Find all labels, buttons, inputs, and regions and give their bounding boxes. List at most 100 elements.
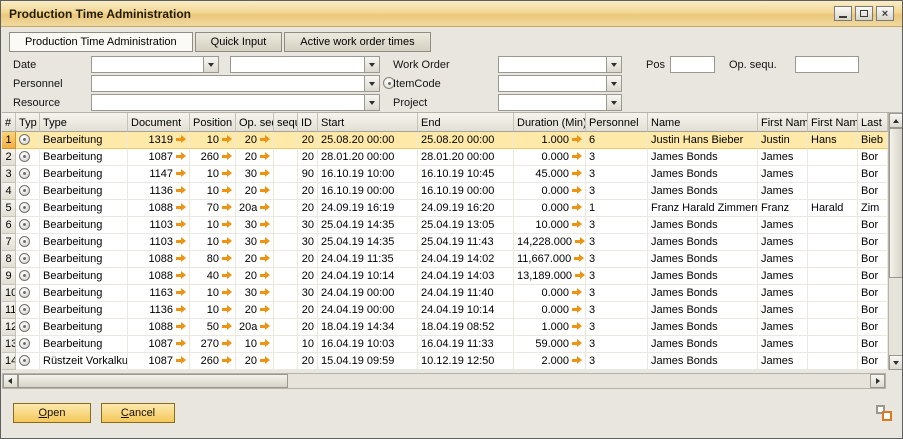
horizontal-scrollbar-thumb[interactable] [18, 374, 288, 388]
tab-quick-input[interactable]: Quick Input [195, 32, 283, 52]
item-code-combo[interactable] [498, 75, 622, 92]
link-arrow-icon[interactable] [222, 305, 232, 314]
column-header[interactable]: Op. sequ. [236, 113, 274, 132]
link-arrow-icon[interactable] [222, 288, 232, 297]
link-arrow-icon[interactable] [260, 322, 270, 331]
table-row[interactable]: 14 Rüstzeit Vorkalku 1087 260 20 20 15.0… [2, 353, 888, 370]
cell-row-number[interactable]: 4 [2, 183, 16, 200]
link-arrow-icon[interactable] [572, 220, 582, 229]
link-arrow-icon[interactable] [176, 135, 186, 144]
column-header[interactable]: sequ. [274, 113, 298, 132]
column-header[interactable]: # [2, 113, 16, 132]
table-row[interactable]: 5 Bearbeitung 1088 70 20a 20 24.09.19 16… [2, 200, 888, 217]
link-arrow-icon[interactable] [222, 254, 232, 263]
form-resize-icon[interactable] [876, 405, 892, 421]
link-arrow-icon[interactable] [575, 237, 585, 246]
link-arrow-icon[interactable] [260, 237, 270, 246]
close-button[interactable]: × [876, 6, 894, 21]
column-header[interactable]: First Name 2 [808, 113, 858, 132]
link-arrow-icon[interactable] [572, 339, 582, 348]
scroll-left-icon[interactable] [3, 374, 18, 388]
cell-row-number[interactable]: 14 [2, 353, 16, 370]
link-arrow-icon[interactable] [260, 152, 270, 161]
link-arrow-icon[interactable] [572, 288, 582, 297]
cell-row-number[interactable]: 3 [2, 166, 16, 183]
cancel-button[interactable]: Cancel [101, 403, 175, 423]
vertical-scrollbar[interactable] [888, 113, 903, 370]
link-arrow-icon[interactable] [572, 169, 582, 178]
vertical-scrollbar-thumb[interactable] [889, 128, 903, 278]
link-arrow-icon[interactable] [260, 254, 270, 263]
link-arrow-icon[interactable] [222, 169, 232, 178]
link-arrow-icon[interactable] [572, 322, 582, 331]
column-header[interactable]: Document [128, 113, 190, 132]
column-header[interactable]: ID [298, 113, 318, 132]
link-arrow-icon[interactable] [176, 322, 186, 331]
work-order-combo[interactable] [498, 56, 622, 73]
cell-row-number[interactable]: 7 [2, 234, 16, 251]
link-arrow-icon[interactable] [176, 356, 186, 365]
chevron-down-icon[interactable] [606, 76, 621, 91]
link-arrow-icon[interactable] [176, 169, 186, 178]
link-arrow-icon[interactable] [260, 339, 270, 348]
op-sequ-input[interactable] [795, 56, 859, 73]
link-arrow-icon[interactable] [176, 220, 186, 229]
link-arrow-icon[interactable] [260, 186, 270, 195]
link-arrow-icon[interactable] [572, 203, 582, 212]
link-arrow-icon[interactable] [222, 271, 232, 280]
cell-row-number[interactable]: 2 [2, 149, 16, 166]
link-arrow-icon[interactable] [260, 169, 270, 178]
date-from-combo[interactable] [91, 56, 219, 73]
link-arrow-icon[interactable] [260, 271, 270, 280]
column-header[interactable]: End [418, 113, 514, 132]
link-arrow-icon[interactable] [222, 322, 232, 331]
link-arrow-icon[interactable] [176, 271, 186, 280]
table-row[interactable]: 12 Bearbeitung 1088 50 20a 20 18.04.19 1… [2, 319, 888, 336]
link-arrow-icon[interactable] [222, 152, 232, 161]
table-row[interactable]: 6 Bearbeitung 1103 10 30 30 25.04.19 14:… [2, 217, 888, 234]
horizontal-scrollbar[interactable] [2, 373, 886, 389]
pos-input[interactable] [670, 56, 715, 73]
column-header[interactable]: Type [40, 113, 128, 132]
column-header[interactable]: Position [190, 113, 236, 132]
link-arrow-icon[interactable] [222, 237, 232, 246]
cell-row-number[interactable]: 11 [2, 302, 16, 319]
cell-row-number[interactable]: 6 [2, 217, 16, 234]
table-row[interactable]: 4 Bearbeitung 1136 10 20 20 16.10.19 00:… [2, 183, 888, 200]
link-arrow-icon[interactable] [260, 203, 270, 212]
link-arrow-icon[interactable] [176, 288, 186, 297]
tab-active-work-order-times[interactable]: Active work order times [284, 32, 430, 52]
chevron-down-icon[interactable] [606, 95, 621, 110]
table-row[interactable]: 11 Bearbeitung 1136 10 20 20 24.04.19 00… [2, 302, 888, 319]
table-row[interactable]: 8 Bearbeitung 1088 80 20 20 24.04.19 11:… [2, 251, 888, 268]
link-arrow-icon[interactable] [176, 237, 186, 246]
link-arrow-icon[interactable] [222, 220, 232, 229]
column-header[interactable]: Duration (Min) [514, 113, 586, 132]
resource-combo[interactable] [91, 94, 380, 111]
link-arrow-icon[interactable] [572, 135, 582, 144]
link-arrow-icon[interactable] [572, 356, 582, 365]
link-arrow-icon[interactable] [176, 339, 186, 348]
tab-production-time-administration[interactable]: Production Time Administration [9, 32, 193, 52]
table-row[interactable]: 10 Bearbeitung 1163 10 30 30 24.04.19 00… [2, 285, 888, 302]
scroll-up-icon[interactable] [889, 113, 903, 128]
column-header[interactable]: Typ [16, 113, 40, 132]
chevron-down-icon[interactable] [203, 57, 218, 72]
link-arrow-icon[interactable] [222, 203, 232, 212]
personnel-combo[interactable] [91, 75, 380, 92]
link-arrow-icon[interactable] [574, 254, 584, 263]
chevron-down-icon[interactable] [364, 57, 379, 72]
scroll-down-icon[interactable] [889, 355, 903, 370]
chevron-down-icon[interactable] [606, 57, 621, 72]
link-arrow-icon[interactable] [572, 152, 582, 161]
scroll-right-icon[interactable] [870, 374, 885, 388]
column-header[interactable]: Name [648, 113, 758, 132]
link-arrow-icon[interactable] [176, 254, 186, 263]
date-to-combo[interactable] [230, 56, 380, 73]
project-combo[interactable] [498, 94, 622, 111]
link-arrow-icon[interactable] [176, 186, 186, 195]
table-row[interactable]: 13 Bearbeitung 1087 270 10 10 16.04.19 1… [2, 336, 888, 353]
link-arrow-icon[interactable] [176, 152, 186, 161]
cell-row-number[interactable]: 10 [2, 285, 16, 302]
column-header[interactable]: Start [318, 113, 418, 132]
